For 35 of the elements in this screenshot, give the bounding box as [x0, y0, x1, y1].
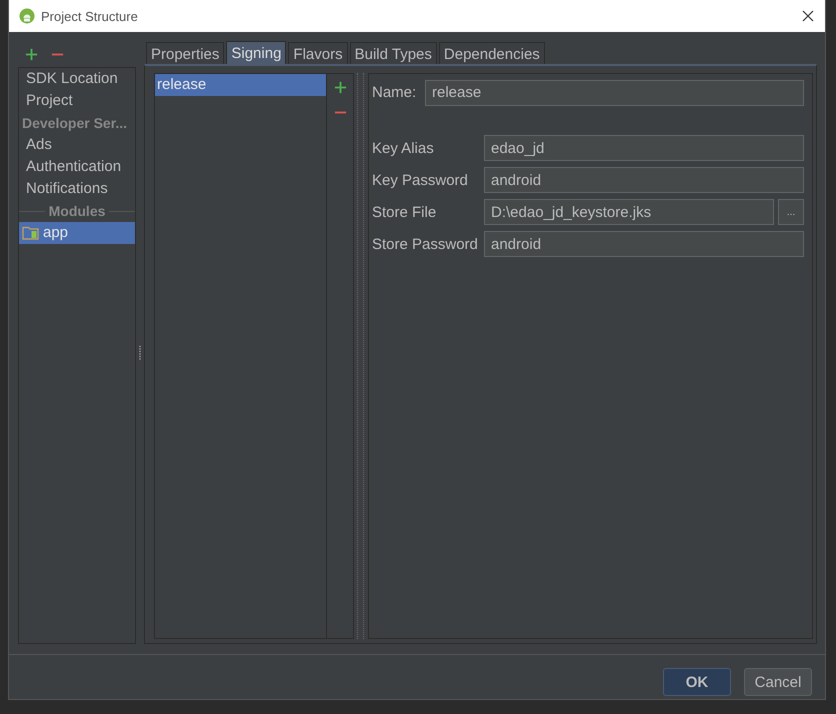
sidebar-item[interactable]: SDK Location: [19, 68, 135, 90]
add-icon[interactable]: [25, 48, 38, 60]
tab[interactable]: Properties: [146, 42, 224, 65]
splitter-handle[interactable]: [357, 73, 364, 639]
window-title: Project Structure: [41, 8, 138, 24]
cancel-button[interactable]: Cancel: [744, 668, 812, 696]
tab[interactable]: Build Types: [350, 42, 437, 65]
section-header: Developer Ser...: [21, 114, 128, 133]
folder-icon: [22, 226, 39, 240]
tab[interactable]: Dependencies: [438, 42, 545, 65]
field-label: Store Password: [372, 236, 479, 252]
field-label: Key Password: [372, 172, 469, 188]
sidebar-item[interactable]: Project: [19, 90, 135, 112]
tab[interactable]: Flavors: [288, 42, 348, 65]
field-label: Name:: [372, 84, 418, 101]
section-header: Modules: [48, 203, 106, 219]
splitter-handle-icon[interactable]: [138, 344, 142, 360]
sidebar-item[interactable]: Ads: [19, 134, 135, 156]
config-item[interactable]: release: [155, 74, 326, 96]
sidebar-item[interactable]: Authentication: [19, 156, 135, 178]
name-field[interactable]: release: [425, 80, 804, 106]
input-field[interactable]: edao_jd: [484, 135, 804, 161]
browse-button[interactable]: ...: [778, 199, 804, 225]
module-item[interactable]: app: [19, 222, 135, 244]
android-icon: [19, 8, 35, 24]
input-field[interactable]: android: [484, 167, 804, 193]
input-field[interactable]: D:\edao_jd_keystore.jks: [484, 199, 774, 225]
close-icon[interactable]: [802, 10, 814, 22]
field-label: Store File: [372, 204, 438, 220]
sidebar-item[interactable]: Notifications: [19, 178, 135, 200]
ok-button[interactable]: OK: [663, 668, 731, 696]
add-icon[interactable]: [334, 81, 346, 94]
input-field[interactable]: android: [484, 231, 804, 257]
field-label: Key Alias: [372, 140, 435, 156]
tab[interactable]: Signing: [226, 41, 286, 65]
